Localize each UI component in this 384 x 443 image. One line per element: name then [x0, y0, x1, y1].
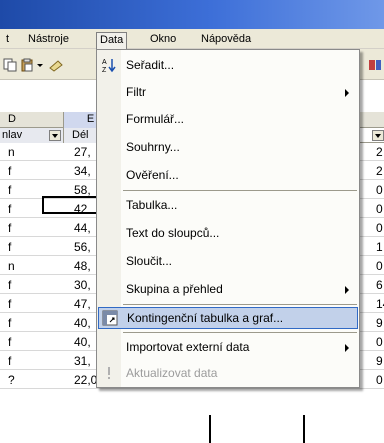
menu-item-import-external-label: Importovat externí data	[126, 340, 250, 354]
table-cell-a[interactable]: f	[0, 220, 60, 237]
menu-item-subtotals[interactable]: Souhrny...	[97, 136, 359, 158]
menu-item-import-external[interactable]: Importovat externí data	[97, 336, 359, 358]
menu-item-refresh-data: Aktualizovat data	[97, 362, 359, 384]
menu-tools-partial[interactable]: t	[3, 32, 12, 48]
table-cell-e[interactable]: 30,	[64, 277, 97, 294]
table-cell-e[interactable]: 40,	[64, 315, 97, 332]
table-cell-a[interactable]: ?	[0, 372, 60, 389]
table-cell-z[interactable]: 2	[374, 144, 384, 161]
svg-text:A: A	[102, 59, 107, 66]
menu-separator	[123, 332, 357, 333]
table-cell-a[interactable]: f	[0, 239, 60, 256]
menu-item-validation[interactable]: Ověření...	[97, 164, 359, 186]
menu-item-text-to-columns-label: Text do sloupců...	[126, 226, 220, 240]
submenu-arrow-icon	[345, 89, 349, 97]
table-cell-e[interactable]: 31,	[64, 353, 97, 370]
table-cell-a[interactable]: f	[0, 163, 60, 180]
menu-item-consolidate-label: Sloučit...	[126, 254, 173, 268]
menu-item-sort[interactable]: A Z Seřadit...	[97, 54, 359, 76]
table-cell-z[interactable]: 1	[374, 239, 384, 256]
table-cell-z[interactable]: 0	[374, 372, 384, 389]
menu-item-refresh-data-label: Aktualizovat data	[126, 366, 218, 380]
menu-item-form-label: Formulář...	[126, 112, 185, 126]
selected-cell-border	[42, 196, 98, 214]
header-cell-d-label: nlav	[2, 129, 23, 141]
table-cell-a[interactable]: f	[0, 315, 60, 332]
table-cell-a[interactable]: f	[0, 296, 60, 313]
table-cell-e[interactable]: 22,0	[64, 372, 97, 389]
menu-item-consolidate[interactable]: Sloučit...	[97, 250, 359, 272]
refresh-data-icon	[108, 367, 110, 379]
table-cell-a[interactable]: n	[0, 258, 60, 275]
header-cell-e-label: Dél	[72, 129, 89, 141]
menu-item-table-label: Tabulka...	[126, 198, 178, 212]
copy-icon[interactable]	[3, 58, 17, 72]
table-cell-e[interactable]: 40,	[64, 334, 97, 351]
data-menu-dropdown: A Z Seřadit... Filtr Formulář... Souhrny…	[96, 49, 360, 388]
table-cell-z[interactable]: 9	[374, 353, 384, 370]
table-cell-z[interactable]: 2	[374, 163, 384, 180]
table-cell-a[interactable]: f	[0, 353, 60, 370]
column-border	[303, 415, 305, 443]
table-cell-e[interactable]: 44,	[64, 220, 97, 237]
menu-item-pivot-table[interactable]: Kontingenční tabulka a graf...	[98, 307, 358, 329]
menu-item-table[interactable]: Tabulka...	[97, 194, 359, 216]
table-cell-e[interactable]: 27,	[64, 144, 97, 161]
table-cell-e[interactable]: 56,	[64, 239, 97, 256]
menu-item-text-to-columns[interactable]: Text do sloupců...	[97, 222, 359, 244]
submenu-arrow-icon	[345, 286, 349, 294]
table-cell-z[interactable]: 0	[374, 220, 384, 237]
table-cell-e[interactable]: 47,	[64, 296, 97, 313]
pivot-table-icon	[102, 310, 118, 326]
menu-item-group-outline[interactable]: Skupina a přehled	[97, 278, 359, 300]
autofilter-dropdown-z[interactable]	[372, 130, 384, 141]
window-titlebar	[0, 0, 384, 29]
menu-item-filter-label: Filtr	[126, 85, 146, 99]
menu-item-group-outline-label: Skupina a přehled	[126, 282, 223, 296]
table-cell-z[interactable]: 0	[374, 201, 384, 218]
paste-icon[interactable]	[20, 58, 34, 72]
table-cell-z[interactable]: 14	[374, 296, 384, 313]
menu-help[interactable]: Nápověda	[198, 32, 254, 48]
table-cell-z[interactable]: 0	[374, 258, 384, 275]
menu-tools[interactable]: Nástroje	[25, 32, 72, 48]
format-painter-icon[interactable]	[48, 58, 66, 72]
menu-item-filter[interactable]: Filtr	[97, 81, 359, 103]
table-cell-a[interactable]: n	[0, 144, 60, 161]
sort-az-icon: A Z	[102, 59, 116, 73]
chevron-down-icon[interactable]	[36, 58, 44, 72]
table-cell-z[interactable]: 0	[374, 182, 384, 199]
menu-item-pivot-table-label: Kontingenční tabulka a graf...	[127, 311, 284, 325]
submenu-arrow-icon	[345, 344, 349, 352]
menu-item-form[interactable]: Formulář...	[97, 108, 359, 130]
svg-text:Z: Z	[102, 67, 107, 73]
menubar: t Nástroje Data Okno Nápověda	[0, 29, 384, 49]
autofilter-dropdown-d[interactable]	[49, 130, 61, 141]
table-cell-e[interactable]: 48,	[64, 258, 97, 275]
toolbar-overflow-icon[interactable]	[368, 58, 382, 72]
table-cell-z[interactable]: 9	[374, 315, 384, 332]
menu-data[interactable]: Data	[96, 32, 128, 49]
table-cell-a[interactable]: f	[0, 277, 60, 294]
menu-window[interactable]: Okno	[147, 32, 179, 48]
menu-item-sort-label: Seřadit...	[126, 58, 175, 72]
menu-item-subtotals-label: Souhrny...	[126, 140, 180, 154]
column-header-d[interactable]: D	[0, 112, 64, 128]
table-cell-e[interactable]: 34,	[64, 163, 97, 180]
menu-item-validation-label: Ověření...	[126, 168, 179, 182]
column-border	[209, 415, 211, 443]
table-cell-z[interactable]: 0	[374, 334, 384, 351]
menu-separator	[123, 304, 357, 305]
table-cell-a[interactable]: f	[0, 334, 60, 351]
menu-separator	[123, 190, 357, 191]
table-cell-z[interactable]: 6	[374, 277, 384, 294]
